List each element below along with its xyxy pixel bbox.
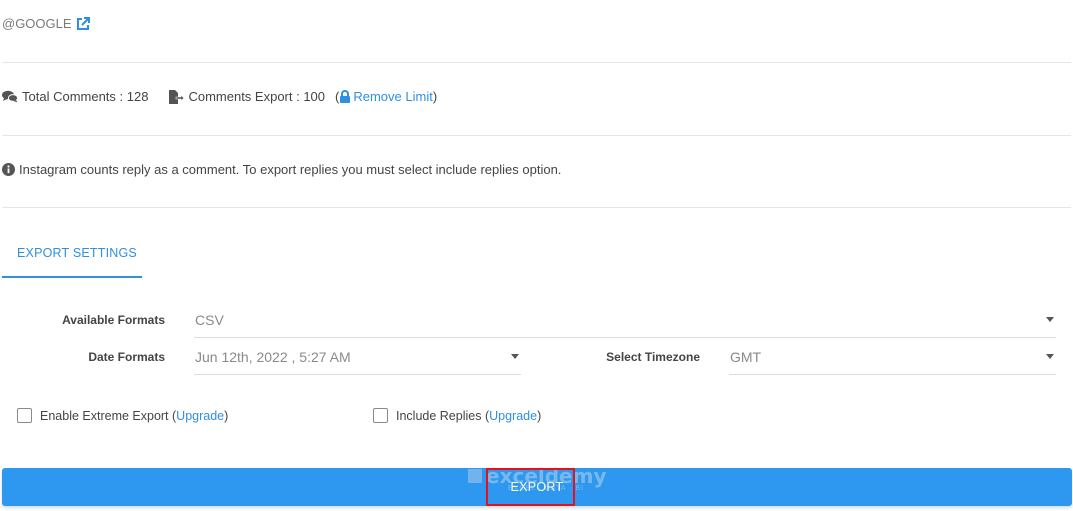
- comments-icon: [2, 90, 18, 103]
- date-formats-select[interactable]: Jun 12th, 2022 , 5:27 AM: [194, 342, 521, 375]
- remove-limit-label: Remove Limit: [353, 89, 433, 104]
- file-export-icon: [169, 89, 185, 104]
- divider: [2, 62, 1071, 63]
- tab-label: EXPORT SETTINGS: [17, 246, 137, 260]
- available-formats-value: CSV: [195, 312, 224, 328]
- paren-close: ): [432, 89, 438, 104]
- lock-icon: [340, 90, 351, 103]
- replies-upgrade-link[interactable]: Upgrade: [489, 409, 537, 423]
- include-replies-checkbox[interactable]: [373, 408, 388, 423]
- account-handle-text: @GOOGLE: [2, 16, 72, 31]
- total-comments-text: Total Comments : 128: [22, 89, 149, 104]
- select-timezone-label: Select Timezone: [606, 350, 700, 364]
- export-button[interactable]: EXPORT: [2, 468, 1072, 506]
- include-replies-option: Include Replies (Upgrade): [373, 408, 541, 423]
- available-formats-label: Available Formats: [62, 313, 165, 327]
- info-message: Instagram counts reply as a comment. To …: [2, 162, 561, 177]
- extreme-export-text: Enable Extreme Export (: [40, 408, 177, 423]
- timezone-value: GMT: [730, 349, 762, 365]
- external-link-icon[interactable]: [76, 16, 90, 31]
- caret-down-icon: [1046, 317, 1054, 322]
- timezone-select[interactable]: GMT: [729, 342, 1056, 375]
- include-replies-label: Include Replies (Upgrade): [396, 409, 541, 423]
- export-settings-page: @GOOGLE Total Comments : 128 Comments Ex…: [0, 0, 1073, 511]
- export-button-label: EXPORT: [510, 480, 564, 494]
- available-formats-select[interactable]: CSV: [194, 305, 1056, 338]
- replies-close-paren: ): [537, 408, 542, 423]
- info-icon: [2, 163, 15, 176]
- enable-extreme-export-label: Enable Extreme Export (Upgrade): [40, 409, 228, 423]
- extreme-close-paren: ): [224, 408, 229, 423]
- extreme-upgrade-link[interactable]: Upgrade: [176, 409, 224, 423]
- caret-down-icon: [1046, 354, 1054, 359]
- caret-down-icon: [511, 354, 519, 359]
- date-formats-label: Date Formats: [88, 350, 165, 364]
- comments-export-stat: Comments Export : 100: [168, 89, 325, 104]
- info-text: Instagram counts reply as a comment. To …: [19, 162, 562, 177]
- divider: [2, 135, 1071, 136]
- date-formats-value: Jun 12th, 2022 , 5:27 AM: [195, 349, 351, 365]
- tab-export-settings[interactable]: EXPORT SETTINGS: [2, 238, 142, 278]
- divider: [2, 207, 1071, 208]
- comment-stats: Total Comments : 128 Comments Export : 1…: [2, 89, 437, 104]
- remove-limit-link[interactable]: Remove Limit: [339, 89, 433, 104]
- account-handle: @GOOGLE: [2, 16, 90, 31]
- enable-extreme-export-option: Enable Extreme Export (Upgrade): [17, 408, 228, 423]
- include-replies-text: Include Replies (: [396, 408, 490, 423]
- comments-export-text: Comments Export : 100: [188, 89, 326, 104]
- total-comments-stat: Total Comments : 128: [2, 89, 148, 104]
- enable-extreme-export-checkbox[interactable]: [17, 408, 32, 423]
